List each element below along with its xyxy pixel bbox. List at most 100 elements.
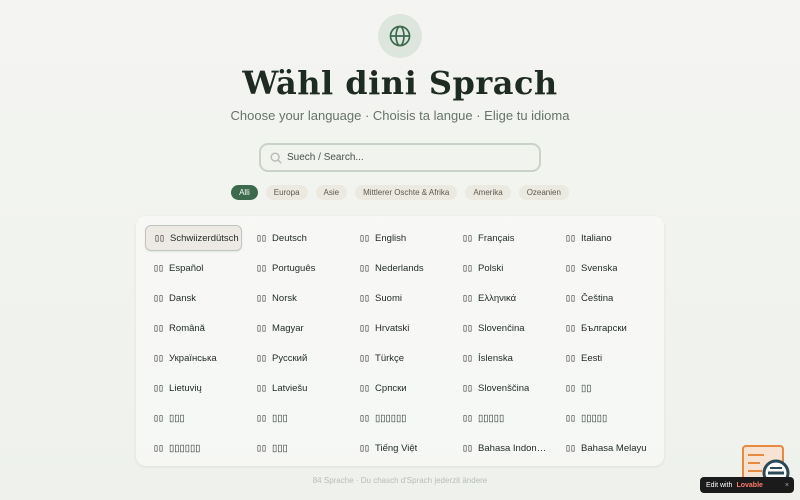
language-item[interactable]: ▯▯ Български — [557, 315, 654, 341]
filter-chip-amerika[interactable]: Amerika — [465, 185, 511, 200]
language-item[interactable]: ▯▯ Русский — [248, 345, 345, 371]
filter-chip-mittlerer-oschte-afrika[interactable]: Mittlerer Oschte & Afrika — [355, 185, 458, 200]
filter-chip-asie[interactable]: Asie — [315, 185, 348, 200]
language-item[interactable]: ▯▯ Nederlands — [351, 255, 448, 281]
language-name: Français — [478, 232, 515, 244]
language-item[interactable]: ▯▯ ▯▯▯▯▯▯ — [351, 405, 448, 431]
language-item[interactable]: ▯▯ ▯▯▯ — [248, 405, 345, 431]
language-name: Română — [169, 322, 205, 334]
language-name: Íslenska — [478, 352, 513, 364]
flag-icon: ▯▯ — [256, 352, 267, 364]
flag-icon: ▯▯ — [359, 382, 370, 394]
language-item[interactable]: ▯▯ Українська — [145, 345, 242, 371]
flag-icon: ▯▯ — [462, 262, 473, 274]
language-name: Deutsch — [272, 232, 307, 244]
language-name: ▯▯ — [581, 382, 592, 394]
flag-icon: ▯▯ — [256, 262, 267, 274]
page-title: Wähl dini Sprach — [242, 64, 558, 102]
language-item[interactable]: ▯▯ Lietuvių — [145, 375, 242, 401]
lovable-badge-prefix: Edit with — [706, 481, 733, 489]
flag-icon: ▯▯ — [565, 322, 576, 334]
language-name: Nederlands — [375, 262, 424, 274]
flag-icon: ▯▯ — [462, 442, 473, 454]
search-box[interactable] — [259, 143, 541, 172]
footer-note: 84 Sprache · Du chasch d'Sprach jederzit… — [312, 476, 488, 485]
language-name: Українська — [169, 352, 217, 364]
language-name: Eesti — [581, 352, 603, 364]
language-name: ▯▯▯▯▯▯ — [169, 442, 201, 454]
flag-icon: ▯▯ — [462, 412, 473, 424]
language-name: Čeština — [581, 292, 614, 304]
language-panel: ▯▯ Schwiizerdütsch ▯▯ Deutsch ▯▯ English ▯▯ Fra… — [136, 216, 664, 466]
flag-icon: ▯▯ — [256, 322, 267, 334]
language-item[interactable]: ▯▯ Latviešu — [248, 375, 345, 401]
flag-icon: ▯▯ — [462, 382, 473, 394]
language-name: Türkçe — [375, 352, 405, 364]
flag-icon: ▯▯ — [462, 352, 473, 364]
language-item[interactable]: ▯▯ Türkçe — [351, 345, 448, 371]
language-item[interactable]: ▯▯ Hrvatski — [351, 315, 448, 341]
language-item[interactable]: ▯▯ ▯▯▯ — [248, 435, 345, 461]
language-item[interactable]: ▯▯ Norsk — [248, 285, 345, 311]
flag-icon: ▯▯ — [462, 322, 473, 334]
language-item[interactable]: ▯▯ Svenska — [557, 255, 654, 281]
language-item[interactable]: ▯▯ Română — [145, 315, 242, 341]
language-item[interactable]: ▯▯ Magyar — [248, 315, 345, 341]
lovable-badge[interactable]: Edit with Lovable × — [700, 477, 794, 493]
language-item[interactable]: ▯▯ Čeština — [557, 285, 654, 311]
language-name: Lietuvių — [169, 382, 202, 394]
language-item[interactable]: ▯▯ Suomi — [351, 285, 448, 311]
search-input[interactable] — [287, 152, 527, 163]
language-item[interactable]: ▯▯ Ελληνικά — [454, 285, 551, 311]
language-item[interactable]: ▯▯ Deutsch — [248, 225, 345, 251]
language-name: Português — [272, 262, 316, 274]
flag-icon: ▯▯ — [359, 292, 370, 304]
language-name: Latviešu — [272, 382, 308, 394]
language-item[interactable]: ▯▯ Bahasa Indonesia — [454, 435, 551, 461]
flag-icon: ▯▯ — [256, 232, 267, 244]
flag-icon: ▯▯ — [565, 262, 576, 274]
lovable-brand: Lovable — [736, 481, 763, 489]
language-item[interactable]: ▯▯ Eesti — [557, 345, 654, 371]
page-subtitle: Choose your language · Choisis ta langue… — [230, 108, 570, 123]
language-name: Svenska — [581, 262, 618, 274]
flag-icon: ▯▯ — [153, 412, 164, 424]
flag-icon: ▯▯ — [359, 262, 370, 274]
language-name: Slovenčina — [478, 322, 525, 334]
flag-icon: ▯▯ — [359, 442, 370, 454]
globe-icon — [389, 25, 411, 47]
filter-chip-europa[interactable]: Europa — [265, 185, 308, 200]
language-item[interactable]: ▯▯ ▯▯▯▯▯▯ — [145, 435, 242, 461]
language-item[interactable]: ▯▯ Français — [454, 225, 551, 251]
language-item[interactable]: ▯▯ Dansk — [145, 285, 242, 311]
filter-chip-alli[interactable]: Alli — [231, 185, 258, 200]
language-name: ▯▯▯ — [272, 442, 288, 454]
language-item[interactable]: ▯▯ ▯▯▯▯▯ — [454, 405, 551, 431]
language-item[interactable]: ▯▯ English — [351, 225, 448, 251]
language-name: Bahasa Indonesia — [478, 442, 549, 454]
language-item[interactable]: ▯▯ Íslenska — [454, 345, 551, 371]
language-name: English — [375, 232, 407, 244]
filter-chip-ozeanien[interactable]: Ozeanien — [518, 185, 569, 200]
language-item[interactable]: ▯▯ Српски — [351, 375, 448, 401]
close-icon[interactable]: × — [785, 482, 789, 489]
flag-icon: ▯▯ — [153, 382, 164, 394]
language-item[interactable]: ▯▯ Português — [248, 255, 345, 281]
language-item[interactable]: ▯▯ Bahasa Melayu — [557, 435, 654, 461]
language-item[interactable]: ▯▯ Polski — [454, 255, 551, 281]
flag-icon: ▯▯ — [153, 262, 164, 274]
language-name: Magyar — [272, 322, 304, 334]
language-item[interactable]: ▯▯ Schwiizerdütsch — [145, 225, 242, 251]
language-item[interactable]: ▯▯ ▯▯▯ — [145, 405, 242, 431]
language-item[interactable]: ▯▯ Slovenčina — [454, 315, 551, 341]
language-item[interactable]: ▯▯ ▯▯ — [557, 375, 654, 401]
language-item[interactable]: ▯▯ Slovenščina — [454, 375, 551, 401]
language-name: Slovenščina — [478, 382, 530, 394]
globe-icon-badge — [378, 14, 422, 58]
language-item[interactable]: ▯▯ Tiếng Việt — [351, 435, 448, 461]
language-item[interactable]: ▯▯ Italiano — [557, 225, 654, 251]
language-item[interactable]: ▯▯ Español — [145, 255, 242, 281]
flag-icon: ▯▯ — [153, 322, 164, 334]
language-item[interactable]: ▯▯ ▯▯▯▯▯ — [557, 405, 654, 431]
language-name: Polski — [478, 262, 504, 274]
